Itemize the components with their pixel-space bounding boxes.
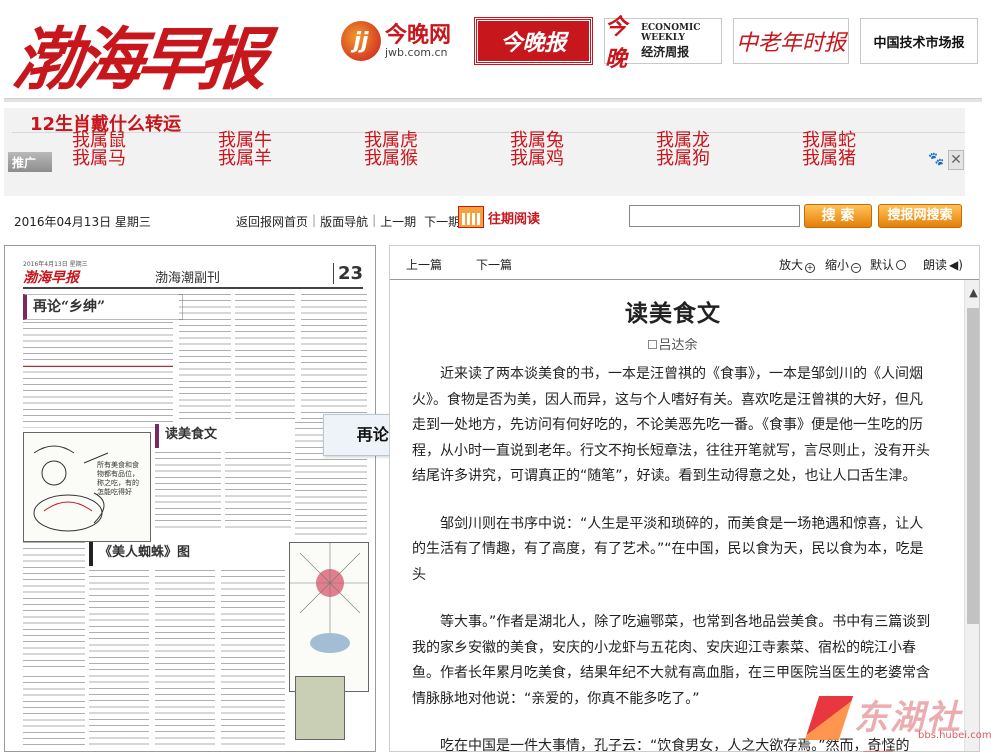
zodiac-link[interactable]: 我属马 <box>72 150 218 168</box>
book-cover-image[interactable] <box>295 676 345 740</box>
zodiac-link[interactable]: 我属狗 <box>656 150 802 168</box>
page-preview[interactable]: 2016年4月13日 星期三 渤海早报 渤海潮副刊 23 再论“乡绅” 所有美食… <box>4 245 376 752</box>
spider-beauty-illustration-icon <box>290 543 368 691</box>
jwb-mark-icon: jj <box>340 21 381 61</box>
edition-navbar: 2016年04月13日 星期三 返回报网首页 | 版面导航 | 上一期 下一期 往期… <box>0 198 991 238</box>
preview-text-block[interactable] <box>179 294 231 422</box>
zoom-out-option[interactable]: 缩小 − <box>825 256 862 273</box>
jwb-logo[interactable]: jj 今晚网 jwb.com.cn <box>326 18 466 64</box>
jwbao-logo[interactable]: 今晚报 <box>474 17 593 65</box>
preview-logo: 渤海早报 <box>23 270 79 286</box>
zoom-in-option[interactable]: 放大 + <box>779 256 816 273</box>
masthead-text: 渤海早报 <box>9 20 266 100</box>
preview-text-block[interactable] <box>301 294 367 422</box>
preview-text-block[interactable] <box>225 452 291 528</box>
preview-text-block[interactable] <box>235 294 295 422</box>
preview-article-zaixiangshen[interactable]: 再论“乡绅” <box>23 294 183 320</box>
paw-icon[interactable]: 🐾 <box>928 152 944 167</box>
article-reader: 上一篇 下一篇 放大 + 缩小 − 默认 朗读 ◀) 读美食文 吕达余 近来读了两本谈… <box>389 245 980 752</box>
site-header: 渤海早报 jj 今晚网 jwb.com.cn 今晚报 今晚 ECONOMIC W… <box>0 0 991 100</box>
zlsb-logo[interactable]: 中老年时报 <box>733 18 849 64</box>
jjzb-logo[interactable]: 今晚 ECONOMIC WEEKLY 经济周报 <box>604 14 722 72</box>
archive-label: 往期阅读 <box>488 211 541 227</box>
archive-link[interactable]: 往期阅读 <box>458 206 540 228</box>
zoom-out-label: 缩小 <box>825 258 850 272</box>
article-scrollbar[interactable]: ▲ <box>964 280 979 751</box>
jwb-logo-name: 今晚网 <box>384 21 451 48</box>
jjzb-logo-cn: 经济周报 <box>641 44 690 59</box>
zodiac-link[interactable]: 我属鸡 <box>510 150 656 168</box>
watermark-text: 东湖社区 <box>854 698 962 752</box>
site-search-button[interactable]: 搜报网搜索 <box>878 204 962 228</box>
prev-issue-link[interactable]: 上一期 <box>380 213 416 230</box>
next-article-link[interactable]: 下一篇 <box>476 256 512 273</box>
promo-tag: 推广 <box>8 152 52 172</box>
zodiac-link[interactable]: 我属猴 <box>364 150 510 168</box>
watermark-logo-icon <box>804 696 854 740</box>
prev-article-link[interactable]: 上一篇 <box>406 256 442 273</box>
zodiac-link[interactable]: 我属羊 <box>218 150 364 168</box>
next-issue-link[interactable]: 下一期 <box>424 213 460 230</box>
promo-banner: 12生肖戴什么转运 推广 我属鼠 我属牛 我属虎 我属兔 我属龙 我属蛇 我属马… <box>4 108 965 196</box>
read-aloud-option[interactable]: 朗读 ◀) <box>923 256 963 273</box>
zodiac-link[interactable]: 我属猪 <box>802 150 948 168</box>
preview-illustration[interactable] <box>289 542 369 692</box>
preview-page-number: 23 <box>332 263 363 284</box>
zoom-in-label: 放大 <box>779 258 804 272</box>
home-link[interactable]: 返回报网首页 <box>236 213 308 230</box>
search-input[interactable] <box>629 205 800 227</box>
layout-nav-link[interactable]: 版面导航 <box>320 213 368 230</box>
preview-text-block[interactable] <box>155 570 215 750</box>
preview-caption: 所有美食和食物都有品位，称之吃，有的怎能吃得好 <box>97 461 139 496</box>
speaker-icon: ◀) <box>949 258 963 272</box>
zoom-out-radio-icon: − <box>851 263 862 273</box>
jjzb-logo-big: 今晚 <box>605 14 628 72</box>
site-watermark: 东湖社区 bbs.hubei.com <box>804 690 991 752</box>
issue-date: 2016年04月13日 星期三 <box>14 215 151 229</box>
preview-article-dumeishiwen[interactable]: 读美食文 <box>155 424 255 448</box>
article-title: 读美食文 <box>625 301 721 327</box>
preview-text-block[interactable] <box>23 676 85 750</box>
masthead-logo[interactable]: 渤海早报 <box>9 2 289 100</box>
search-button[interactable]: 搜 索 <box>804 204 872 228</box>
preview-text-block[interactable] <box>23 322 173 428</box>
preview-text-block[interactable] <box>89 570 149 750</box>
read-aloud-label: 朗读 <box>923 258 948 272</box>
edition-nav-links: 返回报网首页 | 版面导航 | 上一期 下一期 <box>236 213 461 230</box>
default-size-label: 默认 <box>870 258 895 272</box>
jwb-logo-url: jwb.com.cn <box>384 45 448 59</box>
preview-text-block[interactable] <box>23 542 85 672</box>
scrollbar-thumb[interactable] <box>967 308 979 624</box>
calendar-icon <box>458 206 484 228</box>
zodiac-link-grid: 我属鼠 我属牛 我属虎 我属兔 我属龙 我属蛇 我属马 我属羊 我属猴 我属鸡 … <box>72 132 948 168</box>
watermark-url: bbs.hubei.com <box>918 730 991 741</box>
default-size-option[interactable]: 默认 <box>870 256 907 273</box>
preview-article-meirenzhizhu[interactable]: 《美人蜘蛛》图 <box>89 542 279 566</box>
article-paragraph: 邹剑川则在书序中说：“人生是平淡和琐碎的，而美食是一场艳遇和惊喜，让人的生活有了… <box>412 515 924 583</box>
page-preview-header: 2016年4月13日 星期三 渤海早报 渤海潮副刊 23 <box>23 261 363 289</box>
default-radio-icon <box>896 260 907 270</box>
article-toolbar: 上一篇 下一篇 放大 + 缩小 − 默认 朗读 ◀) <box>390 246 979 280</box>
jjzb-logo-en: ECONOMIC WEEKLY <box>641 22 701 43</box>
header-divider <box>4 98 982 102</box>
article-paragraph: 近来读了两本谈美食的书，一本是汪曾祺的《食事》，一本是邹剑川的《人间烟火》。食物… <box>412 366 930 484</box>
article-author: 吕达余 <box>412 334 934 353</box>
zgjs-logo[interactable]: 中国技术市场报 <box>860 18 978 64</box>
preview-text-block[interactable] <box>155 452 221 528</box>
close-icon[interactable]: ✕ <box>948 150 964 170</box>
zoom-in-radio-icon: + <box>805 263 816 273</box>
scroll-up-arrow-icon[interactable]: ▲ <box>965 286 979 300</box>
preview-section-title: 渤海潮副刊 <box>155 271 221 286</box>
preview-text-block[interactable] <box>221 570 285 750</box>
article-body: 读美食文 吕达余 近来读了两本谈美食的书，一本是汪曾祺的《食事》，一本是邹剑川的… <box>390 280 964 751</box>
